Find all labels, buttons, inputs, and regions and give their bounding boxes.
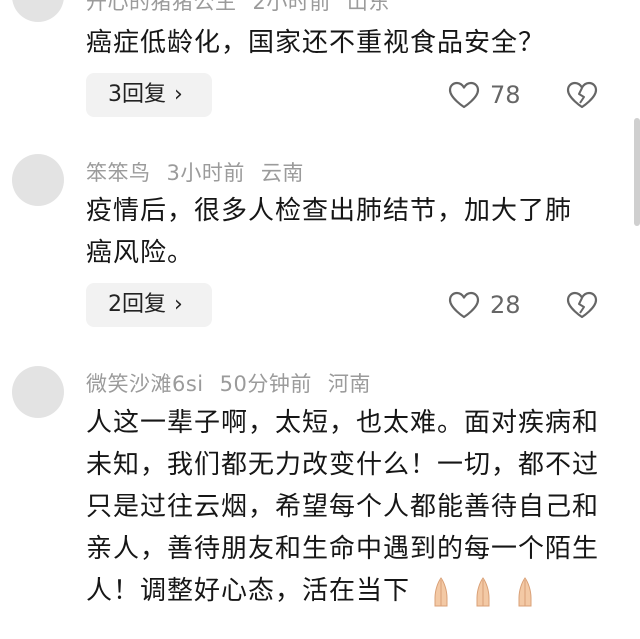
comment-author[interactable]: 笨笨鸟 xyxy=(86,161,151,185)
pray-hands-icon xyxy=(434,576,448,606)
comment-meta: 微笑沙滩6si 50分钟前 河南 xyxy=(86,368,387,398)
comment-location: 河南 xyxy=(327,372,371,396)
pray-hands-icon xyxy=(518,576,532,606)
chevron-right-icon: › xyxy=(174,292,183,317)
dislike-button[interactable] xyxy=(566,283,602,327)
comment-author[interactable]: 微笑沙滩6si xyxy=(86,372,204,396)
reply-count-button[interactable]: 3回复 › xyxy=(86,73,212,117)
comment-time: 3小时前 xyxy=(166,161,245,185)
avatar[interactable] xyxy=(12,154,64,206)
comment-text: 癌症低龄化，国家还不重视食品安全？ xyxy=(86,28,546,58)
comment-author[interactable]: 开心的猪猪公主 xyxy=(86,0,237,14)
chevron-right-icon: › xyxy=(174,82,183,107)
comment-time: 2小时前 xyxy=(252,0,331,14)
comment-location: 云南 xyxy=(260,161,304,185)
comment-meta: 开心的猪猪公主 2小时前 山东 xyxy=(86,0,406,16)
reply-count-label: 2回复 xyxy=(108,292,166,317)
pray-hands-icon xyxy=(476,576,490,606)
like-button[interactable]: 78 xyxy=(448,73,521,117)
comment-meta: 笨笨鸟 3小时前 云南 xyxy=(86,157,320,187)
like-count: 28 xyxy=(490,291,521,319)
heart-outline-icon xyxy=(448,291,480,319)
emoji-row xyxy=(418,576,553,606)
avatar[interactable] xyxy=(12,0,64,22)
comment-location: 山东 xyxy=(346,0,390,14)
broken-heart-icon xyxy=(566,81,598,109)
comment-text: 疫情后，很多人检查出肺结节，加大了肺癌风险。 xyxy=(86,196,573,268)
heart-outline-icon xyxy=(448,81,480,109)
reply-count-label: 3回复 xyxy=(108,82,166,107)
like-button[interactable]: 28 xyxy=(448,283,521,327)
comment-time: 50分钟前 xyxy=(219,372,312,396)
reply-count-button[interactable]: 2回复 › xyxy=(86,283,212,327)
broken-heart-icon xyxy=(566,291,598,319)
like-count: 78 xyxy=(490,81,521,109)
comment-text: 人这一辈子啊，太短，也太难。面对疾病和未知，我们都无力改变什么！一切，都不过只是… xyxy=(86,402,611,612)
scrollbar[interactable] xyxy=(634,118,640,226)
avatar[interactable] xyxy=(12,366,64,418)
dislike-button[interactable] xyxy=(566,73,602,117)
